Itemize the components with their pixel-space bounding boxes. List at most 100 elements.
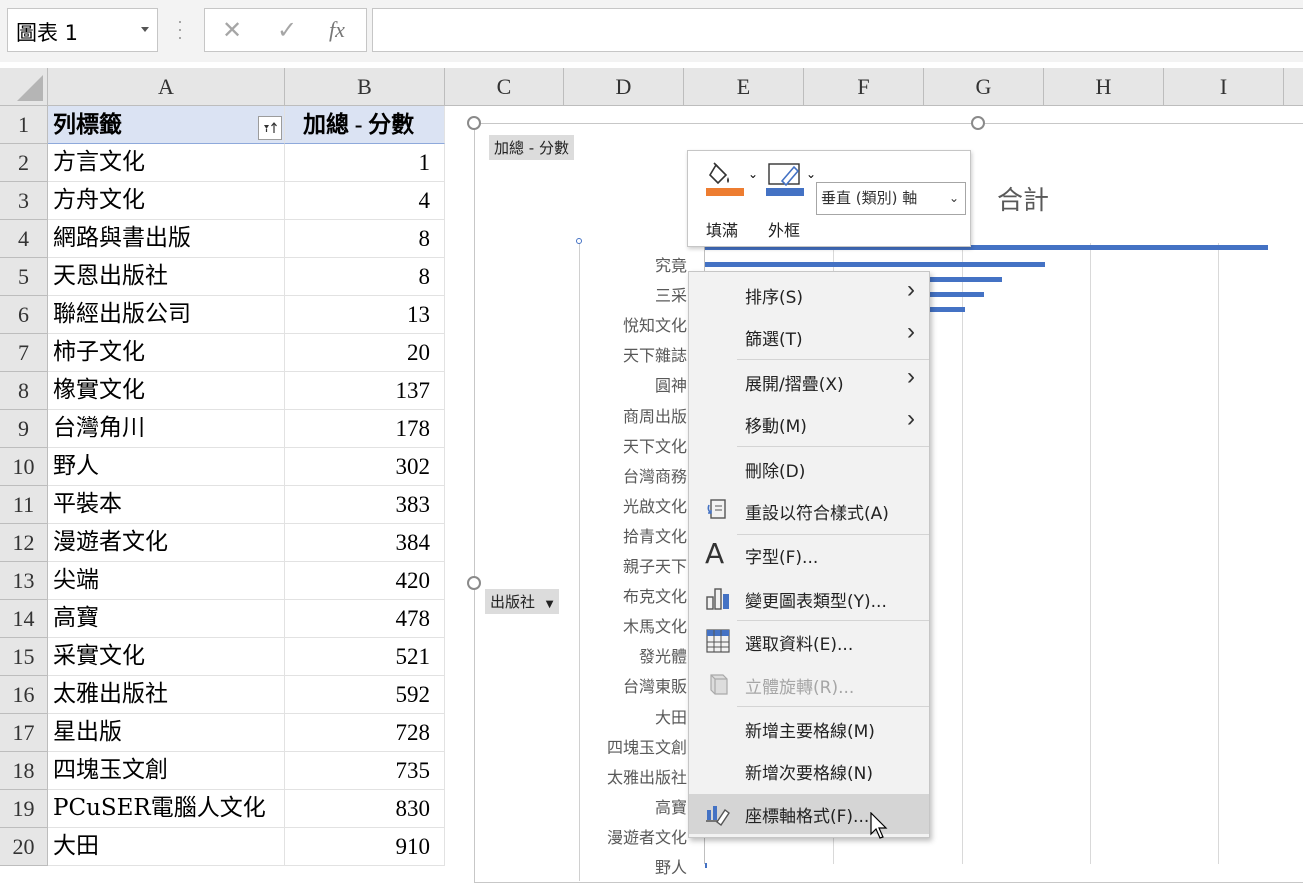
row-header[interactable]: 8 — [0, 372, 48, 410]
row-header[interactable]: 9 — [0, 410, 48, 448]
column-header-d[interactable]: D — [564, 68, 684, 105]
cell-publisher[interactable]: 天恩出版社 — [48, 258, 285, 296]
cell-publisher[interactable]: PCuSER電腦人文化 — [48, 790, 285, 828]
column-header-a[interactable]: A — [48, 68, 285, 105]
pivot-sum-header[interactable]: 加總 - 分數 — [285, 106, 445, 144]
row-header[interactable]: 20 — [0, 828, 48, 866]
menu-item-11[interactable]: 新增次要格線(N) — [689, 751, 929, 791]
chart-element-select[interactable]: 垂直 (類別) 軸 ⌄ — [816, 182, 966, 215]
row-header[interactable]: 2 — [0, 144, 48, 182]
bar-1[interactable] — [705, 262, 1045, 267]
cell-publisher[interactable]: 聯經出版公司 — [48, 296, 285, 334]
cell-score[interactable]: 8 — [285, 258, 445, 296]
row-header[interactable]: 1 — [0, 106, 48, 144]
menu-item-5[interactable]: 重設以符合樣式(A) — [689, 491, 929, 531]
outline-button[interactable]: ⌄ 外框 — [766, 161, 818, 240]
cell-publisher[interactable]: 台灣角川 — [48, 410, 285, 448]
cell-score[interactable]: 735 — [285, 752, 445, 790]
select-all-button[interactable] — [0, 68, 48, 105]
cell-publisher[interactable]: 尖端 — [48, 562, 285, 600]
cell-score[interactable]: 178 — [285, 410, 445, 448]
enter-icon[interactable]: ✓ — [277, 16, 297, 45]
column-header-b[interactable]: B — [285, 68, 445, 105]
cell-score[interactable]: 728 — [285, 714, 445, 752]
name-box[interactable]: 圖表 1 — [7, 8, 158, 52]
pivot-row-labels-header[interactable]: 列標籤 — [48, 106, 285, 144]
column-header-f[interactable]: F — [804, 68, 924, 105]
chevron-down-icon[interactable]: ⌄ — [748, 167, 758, 181]
cell-score[interactable]: 420 — [285, 562, 445, 600]
fill-button[interactable]: ⌄ 填滿 — [704, 161, 764, 240]
resize-handle-middle-left[interactable] — [467, 576, 481, 590]
cell-score[interactable]: 592 — [285, 676, 445, 714]
column-header-e[interactable]: E — [684, 68, 804, 105]
cell-publisher[interactable]: 大田 — [48, 828, 285, 866]
cell-score[interactable]: 302 — [285, 448, 445, 486]
chevron-down-icon[interactable] — [141, 27, 149, 32]
row-header[interactable]: 4 — [0, 220, 48, 258]
row-header[interactable]: 10 — [0, 448, 48, 486]
cell-score[interactable]: 20 — [285, 334, 445, 372]
cancel-icon[interactable]: ✕ — [222, 16, 242, 45]
chevron-down-icon[interactable]: ⌄ — [806, 167, 816, 181]
cell-score[interactable]: 137 — [285, 372, 445, 410]
cell-publisher[interactable]: 漫遊者文化 — [48, 524, 285, 562]
menu-item-7[interactable]: 變更圖表類型(Y)... — [689, 579, 929, 619]
column-header-i[interactable]: I — [1164, 68, 1284, 105]
cell-publisher[interactable]: 高寶 — [48, 600, 285, 638]
axis-selection-handle[interactable] — [576, 238, 582, 244]
row-header[interactable]: 5 — [0, 258, 48, 296]
filter-sort-button[interactable] — [258, 116, 282, 140]
row-header[interactable]: 18 — [0, 752, 48, 790]
cell-publisher[interactable]: 采實文化 — [48, 638, 285, 676]
cell-publisher[interactable]: 方舟文化 — [48, 182, 285, 220]
row-header[interactable]: 14 — [0, 600, 48, 638]
row-header[interactable]: 7 — [0, 334, 48, 372]
column-header-g[interactable]: G — [924, 68, 1044, 105]
menu-item-3[interactable]: 移動(M) › — [689, 404, 929, 444]
cell-score[interactable]: 13 — [285, 296, 445, 334]
cell-score[interactable]: 1 — [285, 144, 445, 182]
column-header-c[interactable]: C — [445, 68, 564, 105]
menu-item-1[interactable]: 篩選(T) › — [689, 317, 929, 357]
menu-item-2[interactable]: 展開/摺疊(X) › — [689, 362, 929, 402]
menu-item-12[interactable]: 座標軸格式(F)... — [689, 794, 929, 834]
cell-publisher[interactable]: 平裝本 — [48, 486, 285, 524]
cell-publisher[interactable]: 方言文化 — [48, 144, 285, 182]
row-header[interactable]: 13 — [0, 562, 48, 600]
cell-publisher[interactable]: 太雅出版社 — [48, 676, 285, 714]
row-header[interactable]: 19 — [0, 790, 48, 828]
cell-score[interactable]: 910 — [285, 828, 445, 866]
menu-item-0[interactable]: 排序(S) › — [689, 275, 929, 315]
menu-item-10[interactable]: 新增主要格線(M) — [689, 709, 929, 749]
row-header[interactable]: 17 — [0, 714, 48, 752]
cell-publisher[interactable]: 橡實文化 — [48, 372, 285, 410]
cell-publisher[interactable]: 柿子文化 — [48, 334, 285, 372]
cell-score[interactable]: 478 — [285, 600, 445, 638]
cell-publisher[interactable]: 野人 — [48, 448, 285, 486]
cell-publisher[interactable]: 四塊玉文創 — [48, 752, 285, 790]
cell-score[interactable]: 383 — [285, 486, 445, 524]
cell-score[interactable]: 830 — [285, 790, 445, 828]
cell-publisher[interactable]: 星出版 — [48, 714, 285, 752]
formula-input[interactable] — [372, 8, 1303, 52]
row-header[interactable]: 12 — [0, 524, 48, 562]
menu-item-6[interactable]: A 字型(F)... — [689, 535, 929, 575]
resize-handle-top-middle[interactable] — [971, 116, 985, 130]
cell-score[interactable]: 384 — [285, 524, 445, 562]
row-header[interactable]: 11 — [0, 486, 48, 524]
menu-item-4[interactable]: 刪除(D) — [689, 449, 929, 489]
row-header[interactable]: 3 — [0, 182, 48, 220]
column-header-h[interactable]: H — [1044, 68, 1164, 105]
chart-title[interactable]: 合計 — [997, 180, 1049, 217]
cell-score[interactable]: 8 — [285, 220, 445, 258]
cell-score[interactable]: 521 — [285, 638, 445, 676]
row-header[interactable]: 16 — [0, 676, 48, 714]
row-header[interactable]: 15 — [0, 638, 48, 676]
row-header[interactable]: 6 — [0, 296, 48, 334]
cell-publisher[interactable]: 網路與書出版 — [48, 220, 285, 258]
cell-score[interactable]: 4 — [285, 182, 445, 220]
drag-handle-icon[interactable]: · · · — [175, 12, 185, 46]
axis-field-button[interactable]: 出版社 ▼ — [485, 589, 559, 614]
menu-item-8[interactable]: 選取資料(E)... — [689, 622, 929, 662]
